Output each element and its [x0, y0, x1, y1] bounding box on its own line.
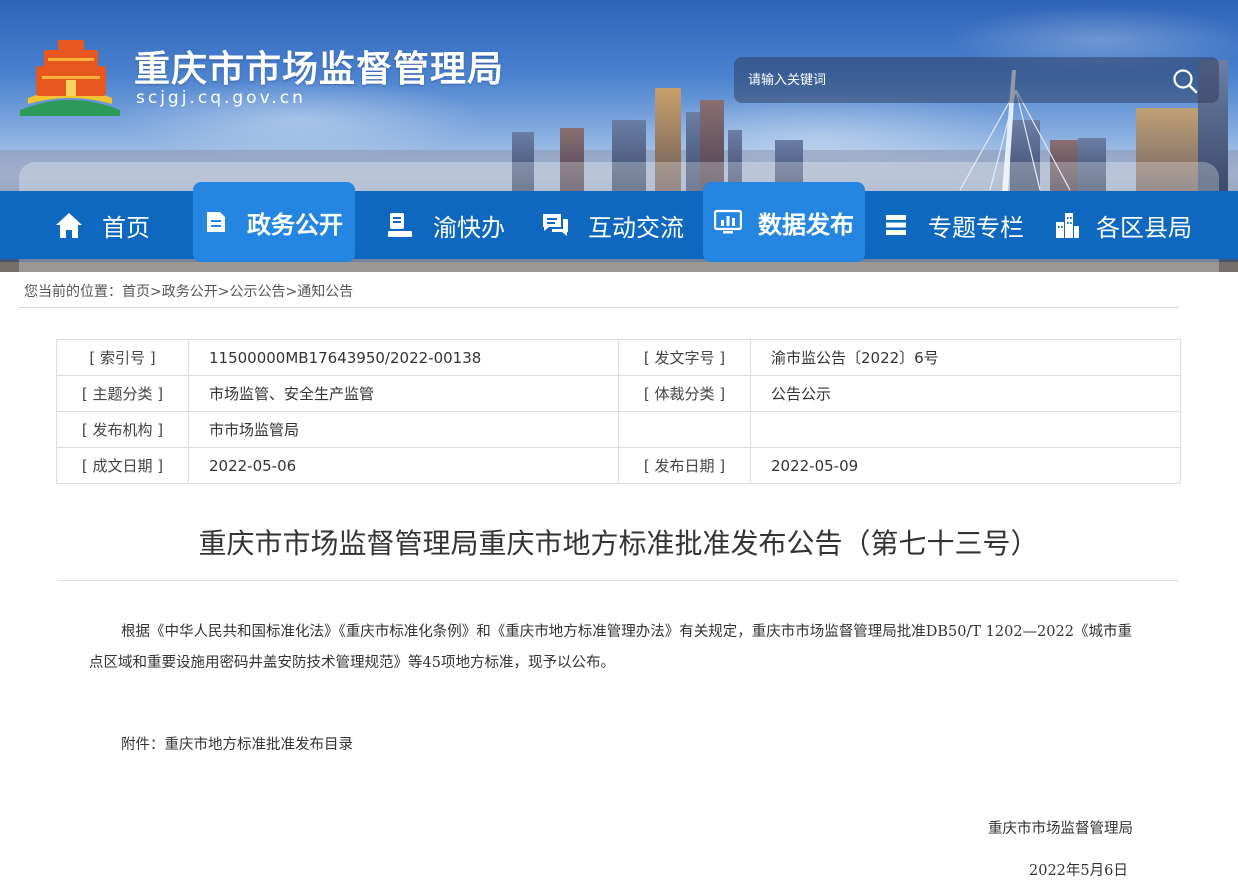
document-icon	[207, 212, 225, 232]
nav-label-district-bureaus: 各区县局	[1096, 213, 1192, 242]
nav-item-government-affairs[interactable]: 政务公开	[193, 182, 355, 262]
nav-item-district-bureaus[interactable]: 各区县局	[1054, 191, 1192, 259]
nav-item-interaction[interactable]: 互动交流	[540, 191, 684, 259]
topic-value: 市场监管、安全生产监管	[188, 375, 619, 412]
nav-label-interaction: 互动交流	[588, 213, 684, 242]
index-value: 11500000MB17643950/2022-00138	[188, 339, 619, 376]
stack-icon	[886, 215, 906, 235]
topic-label: [ 主题分类 ]	[56, 375, 189, 412]
article-title: 重庆市市场监督管理局重庆市地方标准批准发布公告（第七十三号）	[198, 527, 1039, 560]
genre-label: [ 体裁分类 ]	[618, 375, 751, 412]
doc-number-value: 渝市监公告〔2022〕6号	[750, 339, 1181, 376]
breadcrumb-link-home[interactable]: 首页	[122, 284, 150, 300]
search-icon[interactable]	[1172, 68, 1198, 94]
breadcrumb-link-notices[interactable]: 通知公告	[297, 284, 353, 300]
doc-number-label: [ 发文字号 ]	[618, 339, 751, 376]
written-date-label: [ 成文日期 ]	[56, 447, 189, 484]
genre-value: 公告公示	[750, 375, 1181, 412]
index-label: [ 索引号 ]	[56, 339, 189, 376]
document-info-table: [ 索引号 ] 11500000MB17643950/2022-00138 [ …	[56, 339, 1181, 484]
signature-organization: 重庆市市场监督管理局	[988, 821, 1133, 837]
breadcrumb-link-government-affairs[interactable]: 政务公开	[162, 284, 218, 300]
breadcrumb-separator: >	[217, 284, 230, 300]
published-date-value: 2022-05-09	[750, 447, 1181, 484]
stamp-icon	[388, 213, 412, 237]
article-body: 根据《中华人民共和国标准化法》《重庆市标准化条例》和《重庆市地方标准管理办法》有…	[89, 624, 1132, 671]
nav-item-special-topics[interactable]: 专题专栏	[884, 191, 1024, 259]
breadcrumb: 您当前的位置：首页>政务公开>公示公告>通知公告	[24, 281, 353, 301]
site-title: 重庆市市场监督管理局	[134, 49, 505, 90]
empty-cell	[618, 411, 751, 448]
nav-label-government-affairs: 政务公开	[247, 210, 343, 239]
breadcrumb-separator: >	[285, 284, 298, 300]
nav-label-special-topics: 专题专栏	[928, 213, 1024, 242]
issuer-label: [ 发布机构 ]	[56, 411, 189, 448]
home-icon	[56, 213, 82, 238]
breadcrumb-divider	[19, 307, 1179, 308]
nav-item-data-release[interactable]: 数据发布	[703, 182, 865, 262]
signature-date: 2022年5月6日	[1029, 863, 1128, 879]
search-box	[734, 57, 1219, 103]
bar-chart-icon	[714, 209, 742, 234]
empty-cell	[750, 411, 1181, 448]
search-input[interactable]	[748, 57, 1168, 103]
attachment-line: 附件：重庆市地方标准批准发布目录	[121, 737, 353, 753]
nav-label-home: 首页	[102, 213, 150, 242]
breadcrumb-prefix: 您当前的位置：	[24, 284, 122, 300]
nav-item-home[interactable]: 首页	[54, 191, 150, 259]
city-icon	[1056, 213, 1079, 238]
nav-label-data-release: 数据发布	[758, 210, 854, 239]
site-domain: scjgj.cq.gov.cn	[136, 88, 306, 108]
chat-icon	[543, 214, 568, 236]
written-date-value: 2022-05-06	[188, 447, 619, 484]
breadcrumb-link-announcements[interactable]: 公示公告	[229, 284, 285, 300]
nav-item-yukuaiban[interactable]: 渝快办	[385, 191, 505, 259]
issuer-value: 市市场监管局	[188, 411, 619, 448]
table-row: [ 成文日期 ] 2022-05-06 [ 发布日期 ] 2022-05-09	[56, 447, 1181, 484]
nav-label-yukuaiban: 渝快办	[433, 213, 505, 242]
table-row: [ 主题分类 ] 市场监管、安全生产监管 [ 体裁分类 ] 公告公示	[56, 375, 1181, 412]
title-divider	[58, 580, 1179, 581]
tiered-building-logo-icon	[20, 40, 120, 116]
table-row: [ 索引号 ] 11500000MB17643950/2022-00138 [ …	[56, 339, 1181, 376]
table-row: [ 发布机构 ] 市市场监管局	[56, 411, 1181, 448]
breadcrumb-separator: >	[150, 284, 162, 300]
published-date-label: [ 发布日期 ]	[618, 447, 751, 484]
